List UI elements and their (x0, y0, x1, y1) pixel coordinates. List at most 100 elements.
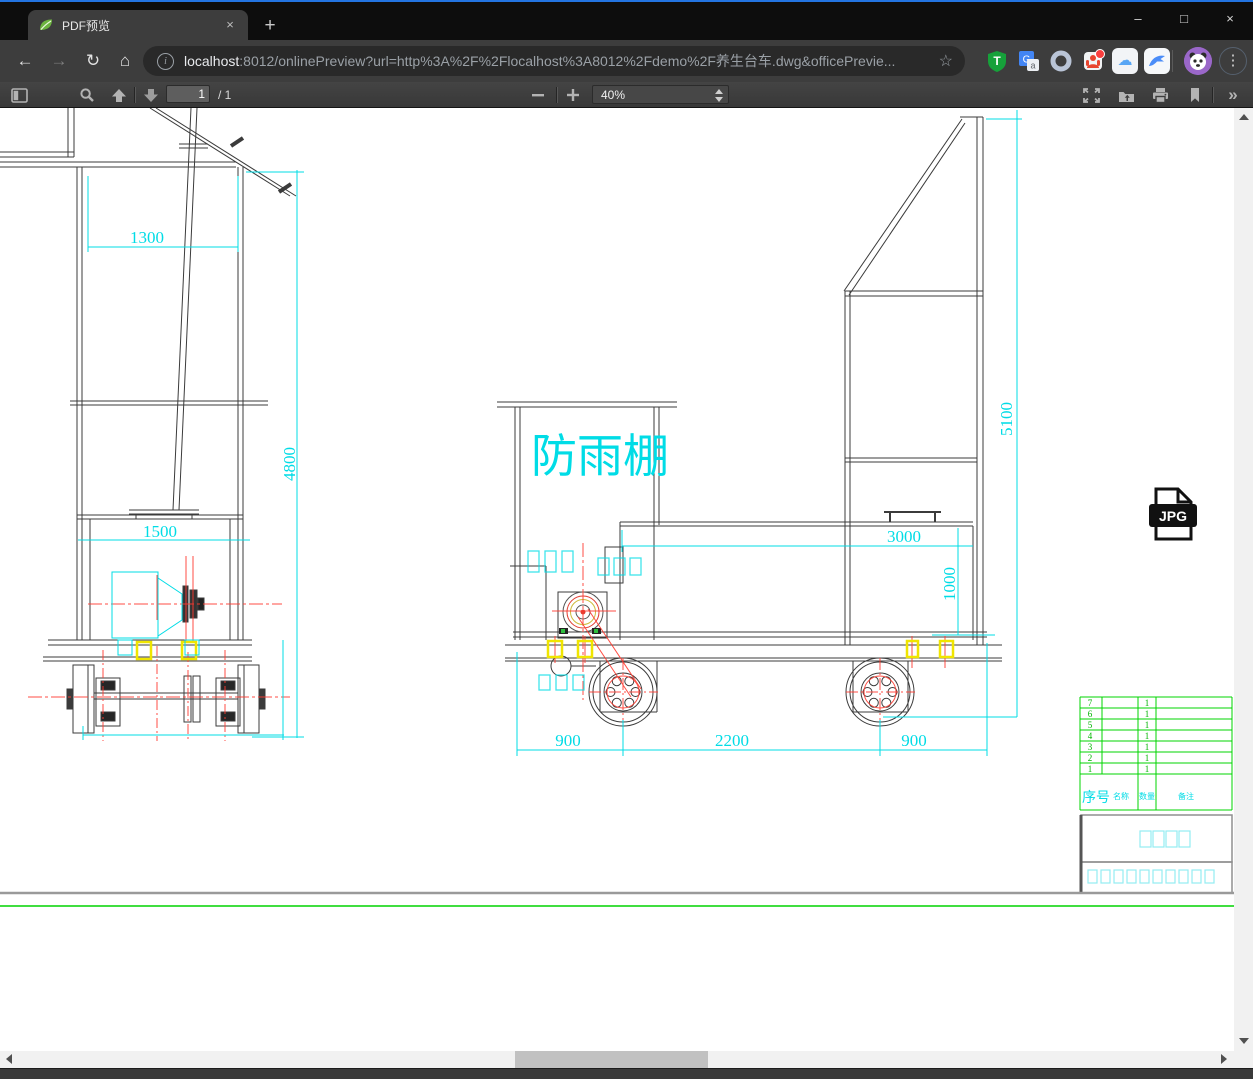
scroll-left-arrow-icon[interactable] (6, 1054, 12, 1064)
dim-1300: 1300 (130, 228, 164, 247)
dim-1500: 1500 (143, 522, 177, 541)
address-bar[interactable]: i localhost:8012/onlinePreview?url=http%… (143, 46, 965, 76)
pdf-page-input[interactable] (166, 85, 210, 103)
pdf-toolbar-divider (556, 87, 558, 103)
forward-button[interactable]: → (46, 48, 72, 74)
dim-4800: 4800 (280, 447, 299, 481)
bom-qty: 1 (1145, 753, 1150, 763)
scroll-right-arrow-icon[interactable] (1221, 1054, 1227, 1064)
extension-ring-icon[interactable] (1048, 48, 1074, 74)
pdf-toolbar-divider (1212, 87, 1214, 103)
pdf-page-up-icon[interactable] (108, 86, 130, 104)
pdf-presentation-icon[interactable] (1080, 86, 1102, 104)
dim-5100: 5100 (997, 402, 1016, 436)
front-view-structure (0, 108, 297, 734)
extension-bird-icon[interactable] (1144, 48, 1170, 74)
bom-qty: 1 (1145, 764, 1150, 774)
window-bottom-edge (0, 1068, 1253, 1079)
bom-header-name: 名称 (1113, 791, 1129, 801)
bom-qty: 1 (1145, 709, 1150, 719)
jpg-file-icon: JPG (1149, 487, 1197, 541)
url-host: localhost (184, 53, 240, 69)
pdf-tools-more-icon[interactable]: » (1222, 85, 1244, 104)
scroll-up-arrow-icon[interactable] (1239, 114, 1249, 120)
home-button[interactable]: ⌂ (112, 48, 138, 74)
dimension-labels: 1300 4800 1500 防雨棚 3000 1000 5100 900 22… (130, 228, 1016, 750)
dim-2200: 2200 (715, 731, 749, 750)
shelter-label: 防雨棚 (531, 431, 669, 482)
pdf-bookmark-icon[interactable] (1184, 86, 1206, 104)
pdf-open-file-icon[interactable] (1115, 86, 1137, 104)
tab-title: PDF预览 (62, 18, 111, 33)
leaf-favicon-icon (40, 19, 52, 30)
pdf-page-down-icon[interactable] (140, 86, 162, 104)
tab-close-button[interactable]: × (221, 16, 239, 34)
dim-3000: 3000 (887, 527, 921, 546)
pdf-toolbar: / 1 40% » (0, 82, 1253, 108)
svg-text:a: a (1030, 61, 1035, 71)
scrollbar-corner (1234, 1051, 1253, 1068)
cad-glyph-boxes (527, 550, 642, 691)
svg-text:T: T (993, 54, 1001, 68)
bom-seq: 3 (1088, 742, 1093, 752)
vertical-scrollbar[interactable] (1234, 108, 1253, 1051)
pdf-zoom-value: 40% (601, 88, 626, 102)
bom-header-seq: 序号 (1082, 790, 1110, 806)
pdf-page-canvas: 1300 4800 1500 防雨棚 3000 1000 5100 900 22… (0, 108, 1234, 1051)
bom-seq: 1 (1088, 764, 1093, 774)
bom-qty: 1 (1145, 720, 1150, 730)
back-button[interactable]: ← (12, 48, 38, 74)
cad-drawing: 1300 4800 1500 防雨棚 3000 1000 5100 900 22… (0, 108, 1234, 907)
pdf-print-icon[interactable] (1149, 86, 1171, 104)
side-view-structure (497, 116, 1002, 727)
horizontal-scrollbar[interactable] (0, 1051, 1234, 1068)
new-tab-button[interactable]: + (258, 14, 282, 38)
bom-qty: 1 (1145, 742, 1150, 752)
browser-window: PDF预览 × + – □ × ← → ↻ ⌂ i localhost:8012… (0, 0, 1253, 1079)
close-button[interactable]: × (1210, 4, 1250, 34)
pdf-page-count: / 1 (218, 88, 232, 102)
bom-header-qty: 数量 (1139, 791, 1155, 801)
pulley (559, 591, 604, 634)
pdf-sidebar-toggle-icon[interactable] (8, 86, 30, 104)
horizontal-scrollbar-thumb[interactable] (515, 1051, 708, 1068)
extension-tampermonkey-icon[interactable]: T (984, 48, 1010, 74)
dim-900-right: 900 (901, 731, 927, 750)
pdf-find-icon[interactable] (76, 86, 98, 104)
url-path: :8012/onlinePreview?url=http%3A%2F%2Floc… (239, 53, 896, 69)
reload-button[interactable]: ↻ (80, 48, 106, 74)
dim-900-left: 900 (555, 731, 581, 750)
bom-seq: 2 (1088, 753, 1093, 763)
extension-cloud-icon[interactable]: ☁ (1112, 48, 1138, 74)
rail-clamps (135, 639, 955, 661)
jpg-label: JPG (1159, 508, 1187, 524)
window-titlebar: PDF预览 × + – □ × (0, 2, 1253, 40)
centerlines (28, 543, 946, 741)
maximize-button[interactable]: □ (1164, 4, 1204, 34)
minimize-button[interactable]: – (1118, 4, 1158, 34)
title-glyph-boxes (1087, 830, 1215, 884)
extension-translate-icon[interactable]: G a (1016, 48, 1042, 74)
pdf-zoom-in-icon[interactable] (562, 86, 584, 104)
scroll-down-arrow-icon[interactable] (1239, 1038, 1249, 1044)
bom-seq: 4 (1088, 731, 1093, 741)
extension-tools-badged-icon[interactable] (1080, 48, 1106, 74)
bom-seq: 6 (1088, 709, 1093, 719)
bom-header-notes: 备注 (1178, 791, 1194, 801)
bookmark-star-icon[interactable]: ☆ (939, 51, 953, 71)
pdf-zoom-out-icon[interactable] (527, 86, 549, 104)
select-spinner-icon (715, 89, 723, 102)
bom-qty: 1 (1145, 698, 1150, 708)
bom-seq: 5 (1088, 720, 1093, 730)
browser-menu-button[interactable]: ⋮ (1219, 47, 1247, 75)
browser-tab[interactable]: PDF预览 × (28, 10, 248, 40)
site-info-icon[interactable]: i (157, 52, 174, 70)
browser-toolbar: ← → ↻ ⌂ i localhost:8012/onlinePreview?u… (0, 40, 1253, 82)
bom-seq: 7 (1088, 698, 1093, 708)
url-text: localhost:8012/onlinePreview?url=http%3A… (184, 51, 939, 71)
toolbar-divider (1172, 50, 1173, 72)
profile-avatar[interactable] (1184, 47, 1212, 75)
dim-1000: 1000 (940, 567, 959, 601)
title-block: 7 1 6 1 5 1 4 1 3 1 2 1 1 1 序号 名称 数量 备注 (1079, 696, 1233, 894)
pdf-zoom-select[interactable]: 40% (592, 85, 729, 104)
